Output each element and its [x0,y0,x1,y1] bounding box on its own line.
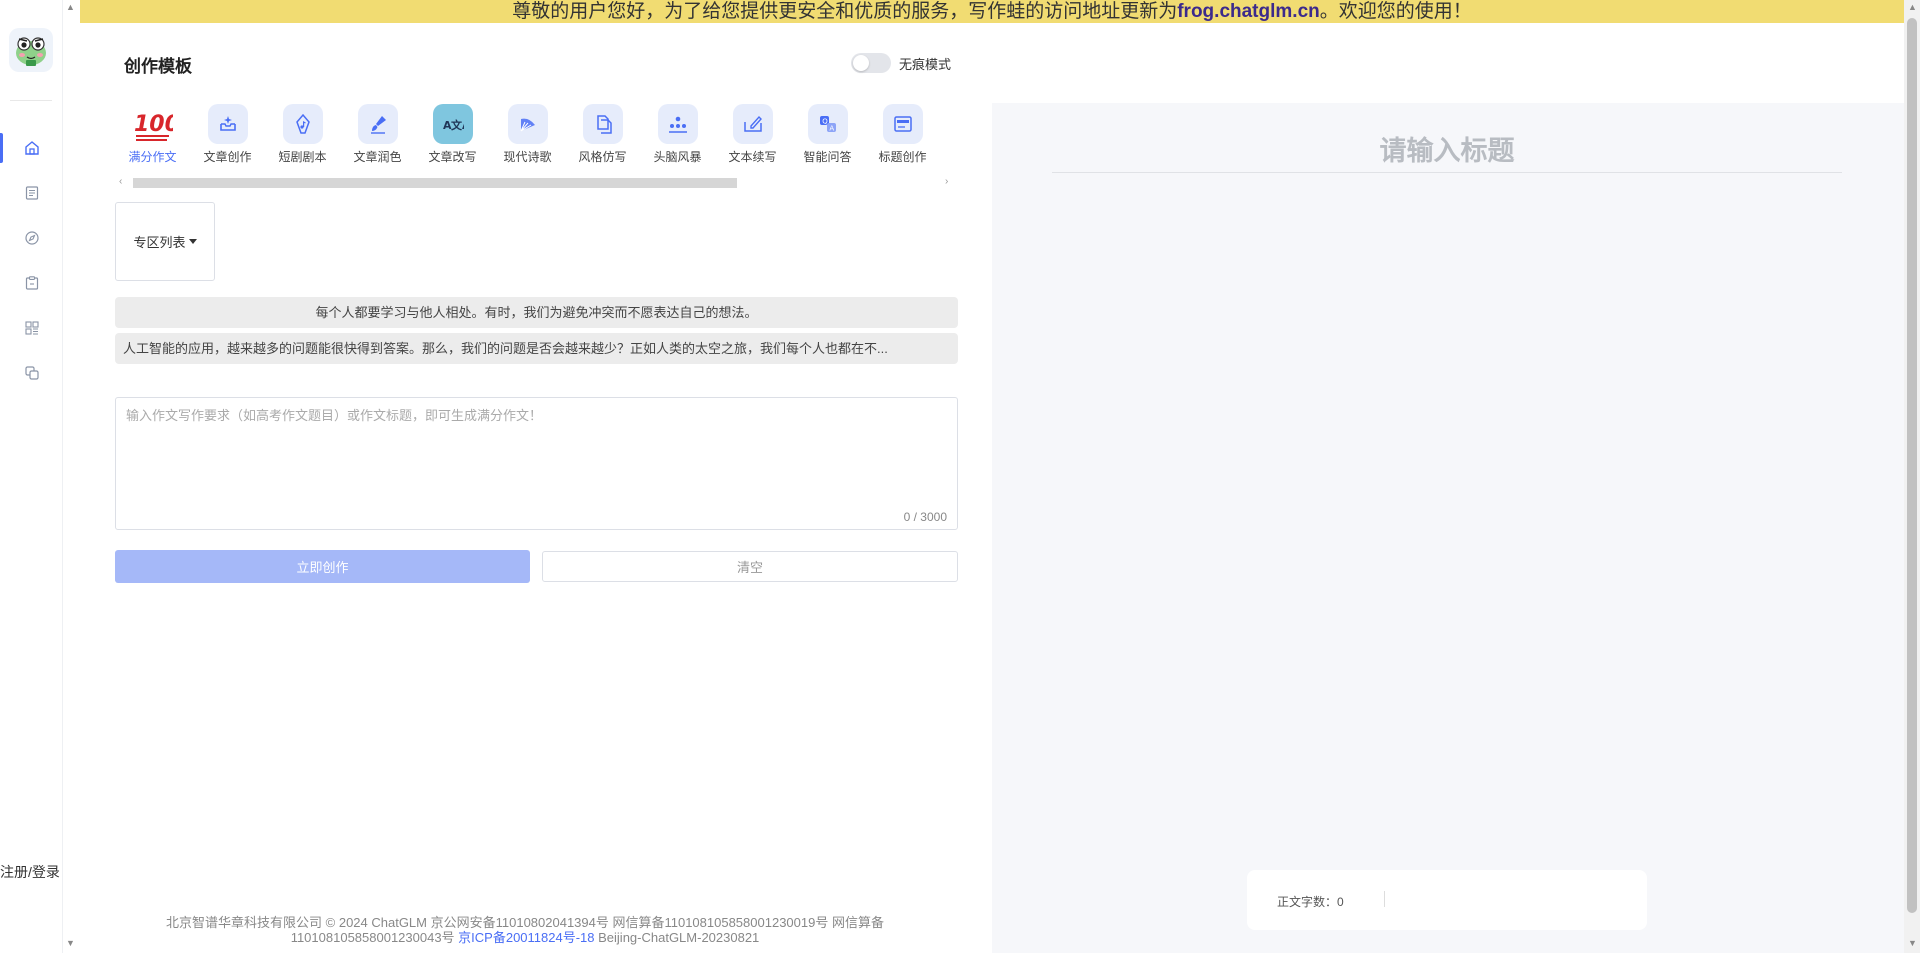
template-article-creation[interactable]: 文章创作 [190,104,265,168]
banner-link[interactable]: frog.chatglm.cn [1177,1,1320,22]
template-polish[interactable]: 文章润色 [340,104,415,168]
template-style-imitation[interactable]: 风格仿写 [565,104,640,168]
brush-icon [357,104,398,144]
sidebar-item-documents[interactable] [0,176,63,210]
page-scroll-down-arrow[interactable]: ▼ [1908,938,1917,948]
scrollbar-thumb[interactable] [133,178,737,188]
title-window-icon [882,104,923,144]
notice-banner: 尊敬的用户您好，为了给您提供更安全和优质的服务，写作蛙的访问地址更新为frog.… [80,0,1904,23]
apps-grid-icon [24,321,39,335]
template-short-drama[interactable]: 短剧剧本 [265,104,340,168]
clipboard-icon [25,276,38,290]
template-partial-next[interactable]: 文 [940,104,958,168]
template-label: 头脑风暴 [653,150,702,164]
title-divider [1052,172,1842,173]
sidebar-item-discover[interactable] [0,221,63,255]
frog-logo[interactable] [9,28,53,72]
page-scrollbar[interactable]: ▲ ▼ [1904,0,1920,953]
sidebar-item-copy[interactable] [0,356,63,390]
preview-panel [992,103,1904,953]
zone-list-label: 专区列表 [133,235,186,250]
svg-text:A: A [829,125,834,133]
scroll-left-arrow[interactable]: ‹ [119,176,122,187]
edit-box-icon [732,104,773,144]
template-label: 文章润色 [353,150,402,164]
fan-icon [507,104,548,144]
prompt-editor: 0 / 3000 [115,397,958,530]
footer-line: 北京智谱华章科技有限公司 © 2024 ChatGLM 京公网安备1101080… [166,915,884,930]
sidebar-item-tasks[interactable] [0,266,63,300]
inbox-sparkle-icon [207,104,248,144]
page-scroll-up-arrow[interactable]: ▲ [1908,2,1917,12]
footer-line-2: 110108105858001230043号 京ICP备20011824号-18… [130,930,920,945]
banner-text-end: 。欢迎您的使用！ [1319,1,1472,22]
template-smart-qa[interactable]: QA 智能问答 [790,104,865,168]
scroll-up-arrow[interactable]: ▲ [66,2,75,12]
template-label: 标题创作 [878,150,927,164]
copy-pages-icon [582,104,623,144]
login-register-link[interactable]: 注册/登录 [0,862,63,882]
template-full-score-essay[interactable]: 100 满分作文 [115,104,190,168]
scroll-right-arrow[interactable]: › [945,176,948,187]
template-label: 文本续写 [728,150,777,164]
clear-button[interactable]: 清空 [542,551,958,582]
translate-icon: A文A [432,104,473,144]
compass-icon [24,231,39,245]
char-counter: 0 / 3000 [903,510,947,524]
suggestion-chip[interactable]: 每个人都要学习与他人相处。有时，我们为避免冲突而不愿表达自己的想法。 [115,297,958,328]
partial-icon [957,104,958,144]
svg-text:100: 100 [134,112,173,137]
people-group-icon [657,104,698,144]
caret-down-icon [188,239,197,244]
sidebar-divider [10,100,52,101]
prompt-input[interactable] [116,398,957,529]
template-title-creation[interactable]: 标题创作 [865,104,940,168]
page-scrollbar-thumb[interactable] [1907,18,1917,913]
word-count-divider [1384,891,1385,907]
document-list-icon [25,186,38,200]
suggestion-chip[interactable]: 人工智能的应用，越来越多的问题能很快得到答案。那么，我们的问题是否会越来越少？正… [115,333,958,364]
template-label: 智能问答 [803,150,852,164]
banner-text: 尊敬的用户您好，为了给您提供更安全和优质的服务，写作蛙的访问地址更新为 [512,1,1178,22]
sidebar: 注册/登录 [0,0,63,953]
template-label: 文章创作 [203,150,252,164]
template-label: 短剧剧本 [278,150,327,164]
sidebar-item-home[interactable] [0,131,63,165]
template-label: 现代诗歌 [503,150,552,164]
template-label: 满分作文 [128,150,177,164]
home-icon [24,141,39,155]
template-continue-writing[interactable]: 文本续写 [715,104,790,168]
footer-text: 110108105858001230043号 [290,930,459,945]
template-brainstorm[interactable]: 头脑风暴 [640,104,715,168]
template-rewrite[interactable]: A文A 文章改写 [415,104,490,168]
scroll-down-arrow[interactable]: ▼ [66,938,75,948]
sidebar-item-apps[interactable] [0,311,63,345]
frog-logo-icon [16,37,46,66]
word-count-bar: 正文字数：0 [1247,870,1647,930]
page-title: 创作模板 [124,57,192,76]
template-label: 文章改写 [428,150,477,164]
template-label: 风格仿写 [578,150,627,164]
template-scrollbar[interactable]: ‹ › [115,176,958,190]
copy-icon [24,366,39,380]
word-count-label: 正文字数：0 [1277,895,1344,909]
template-list: 100 满分作文 文章创作 短剧剧本 文章润色 A文A 文章改写 现代诗歌 风格… [115,104,958,168]
footer-text-end: Beijing-ChatGLM-20230821 [594,930,760,945]
svg-text:文A: 文A [451,118,464,132]
icp-link[interactable]: 京ICP备20011824号-18 [458,930,594,945]
hundred-points-icon: 100 [133,104,173,144]
incognito-toggle-group: 无痕模式 [851,53,951,73]
incognito-label: 无痕模式 [899,56,952,72]
pen-nib-music-icon [282,104,323,144]
footer: 北京智谱华章科技有限公司 © 2024 ChatGLM 京公网安备1101080… [130,915,920,945]
template-modern-poetry[interactable]: 现代诗歌 [490,104,565,168]
create-now-button[interactable]: 立即创作 [115,550,530,583]
incognito-toggle[interactable] [851,53,891,73]
qa-icon: QA [807,104,848,144]
document-title-placeholder[interactable]: 请输入标题 [1052,129,1842,168]
zone-list-dropdown[interactable]: 专区列表 [115,202,215,281]
